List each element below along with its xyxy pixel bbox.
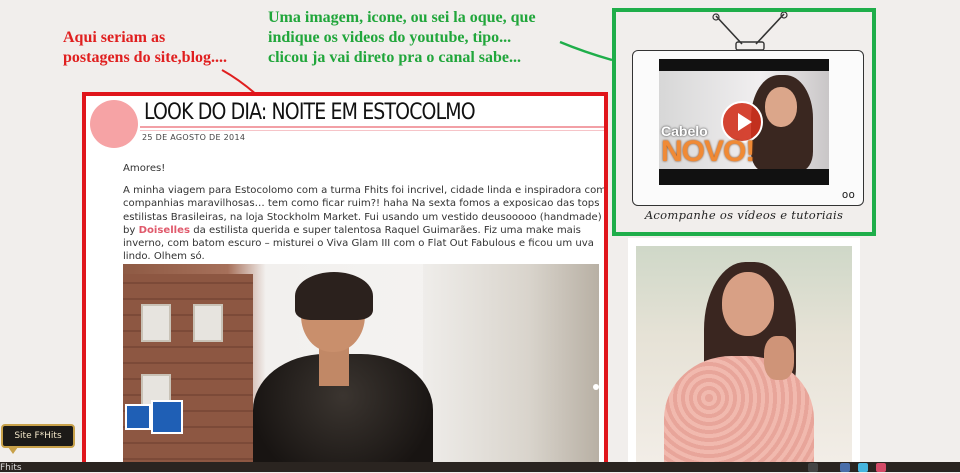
photo-building-left <box>123 274 253 462</box>
post-greeting: Amores! <box>123 163 166 174</box>
sidebar-photo-dress <box>664 356 814 472</box>
post-body: Amores! A minha viagem para Estocolomo c… <box>123 162 604 272</box>
social-icon[interactable] <box>808 463 818 472</box>
red-annotation: Aqui seriam as postagens do site,blog...… <box>63 28 227 68</box>
photo-sign <box>125 404 151 430</box>
title-divider-secondary <box>140 130 604 131</box>
thumbnail-face <box>765 87 797 127</box>
sidebar-photo-image <box>636 246 852 472</box>
youtube-widget[interactable]: Cabelo NOVO! oo Acompanhe os vídeos e tu… <box>612 8 876 236</box>
green-arrow <box>559 40 613 62</box>
photo-person-neck <box>319 346 349 386</box>
photo-sign <box>151 400 183 434</box>
photo-window <box>193 304 223 342</box>
post-photo[interactable] <box>123 264 599 462</box>
tv-body: Cabelo NOVO! oo <box>632 50 864 206</box>
slider-dot[interactable] <box>593 384 599 390</box>
widget-caption: Acompanhe os vídeos e tutoriais <box>644 208 844 222</box>
blog-post: LOOK DO DIA: NOITE EM ESTOCOLMO 25 DE AG… <box>82 92 608 466</box>
sidebar-photo-arm <box>764 336 794 380</box>
tv-antenna-icon <box>712 12 788 51</box>
red-annotation-line-2: postagens do site,blog.... <box>63 49 228 66</box>
green-annotation-line-2: indique os videos do youtube, tipo... <box>268 29 512 46</box>
green-annotation-line-1: Uma imagem, icone, ou sei la oque, que <box>268 9 536 26</box>
tv-knobs-icon: oo <box>841 188 855 201</box>
video-thumbnail[interactable]: Cabelo NOVO! <box>659 59 829 185</box>
photo-window <box>141 304 171 342</box>
sidebar-photo[interactable] <box>628 238 860 472</box>
site-tooltip: Site F*Hits <box>1 424 75 448</box>
instagram-icon[interactable] <box>876 463 886 472</box>
thumbnail-title-big: NOVO! <box>661 135 755 168</box>
green-annotation: Uma imagem, icone, ou sei la oque, que i… <box>268 8 536 68</box>
post-text-after-link: da estilista querida e super talentosa R… <box>123 224 594 263</box>
sidebar-photo-face <box>722 272 774 336</box>
green-annotation-line-3: clicou ja vai direto pra o canal sabe... <box>268 49 522 66</box>
red-annotation-line-1: Aqui seriam as <box>63 29 166 46</box>
post-paragraph: A minha viagem para Estocolomo com a tur… <box>123 184 604 263</box>
designer-link[interactable]: Doiselles <box>139 225 190 236</box>
photo-building-right <box>423 264 599 462</box>
twitter-icon[interactable] <box>858 463 868 472</box>
facebook-icon[interactable] <box>840 463 850 472</box>
avatar <box>90 100 138 148</box>
photo-person-hair <box>295 272 373 320</box>
post-date: 25 DE AGOSTO DE 2014 <box>142 133 246 142</box>
post-title[interactable]: LOOK DO DIA: NOITE EM ESTOCOLMO <box>144 100 476 125</box>
title-divider <box>140 126 604 128</box>
tooltip-tail <box>8 447 18 454</box>
thumbnail-image: Cabelo NOVO! <box>659 71 829 169</box>
